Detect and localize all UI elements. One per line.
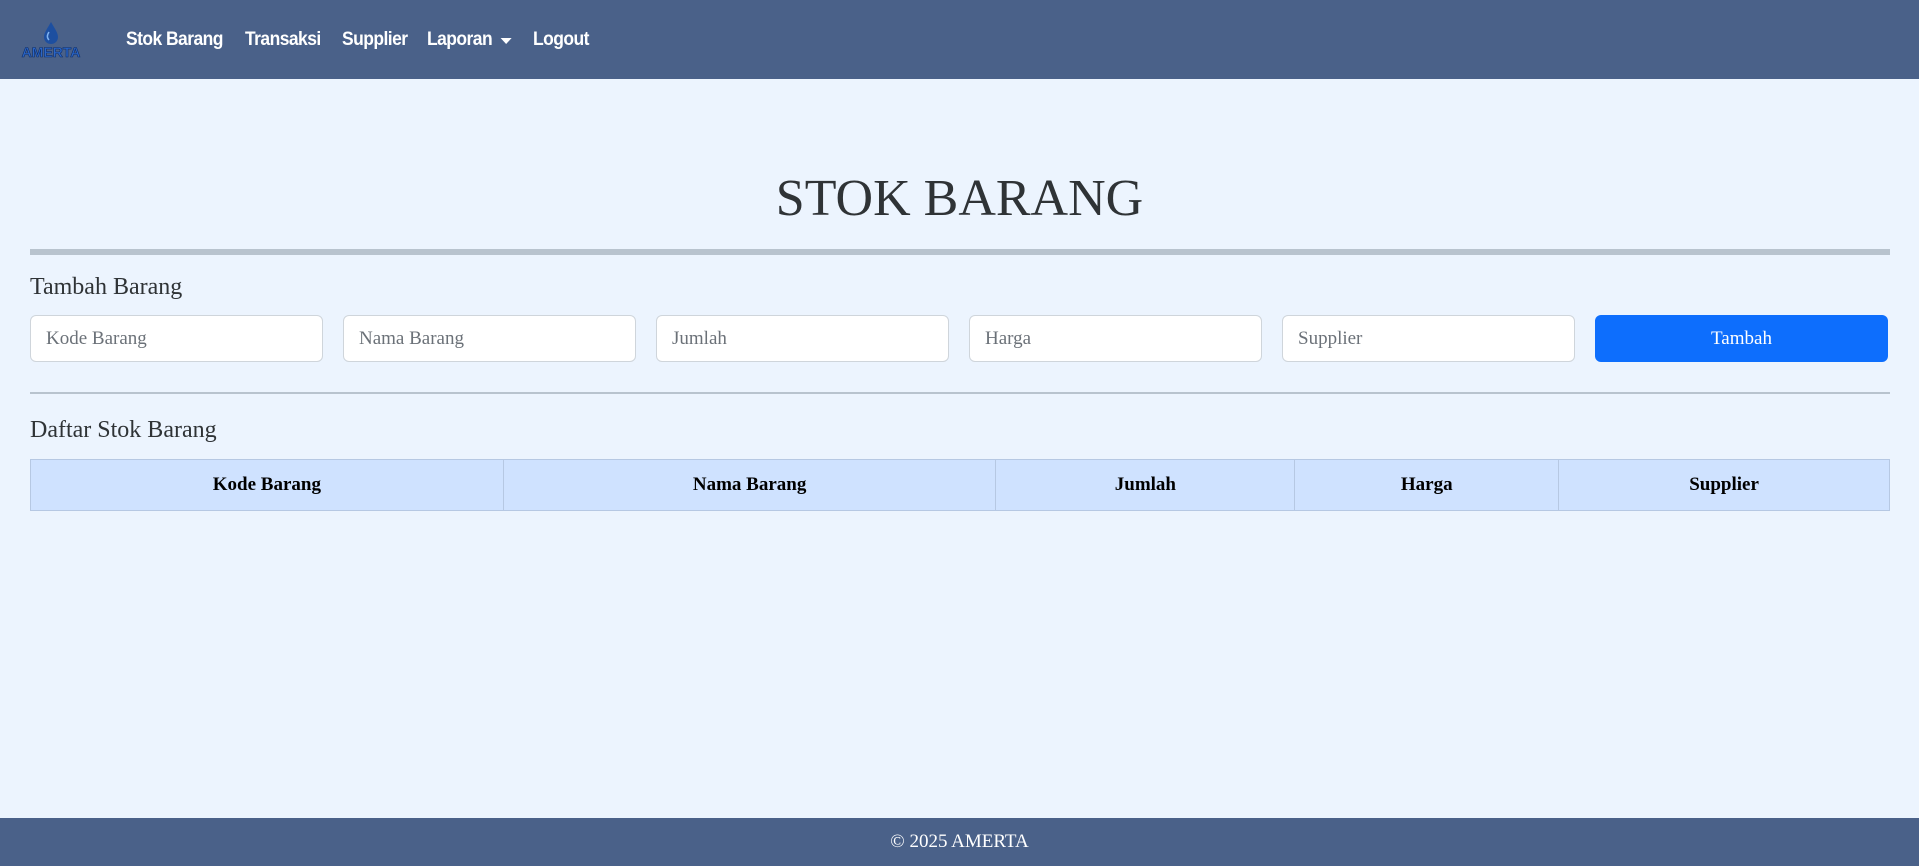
column-header-nama-barang: Nama Barang <box>502 459 997 511</box>
column-header-supplier: Supplier <box>1558 459 1890 511</box>
footer: © 2025 AMERTA <box>0 818 1919 866</box>
caret-down-icon <box>500 37 512 44</box>
section-divider <box>30 392 1890 394</box>
water-drop-logo-icon: AMERTA <box>21 21 81 60</box>
jumlah-input[interactable] <box>656 315 949 362</box>
nav-laporan-dropdown[interactable]: Laporan <box>426 28 512 51</box>
nav-laporan-label: Laporan <box>426 28 493 50</box>
column-header-harga: Harga <box>1294 459 1560 511</box>
nav-logout[interactable]: Logout <box>533 29 589 51</box>
harga-input[interactable] <box>969 315 1262 362</box>
nav-transaksi[interactable]: Transaksi <box>245 29 321 51</box>
supplier-input[interactable] <box>1282 315 1575 362</box>
logo-text: AMERTA <box>22 44 81 60</box>
tambah-button[interactable]: Tambah <box>1595 315 1888 362</box>
nav-stok-barang[interactable]: Stok Barang <box>126 29 223 51</box>
stock-list-heading: Daftar Stok Barang <box>30 417 217 443</box>
copyright-text: © 2025 AMERTA <box>890 831 1029 852</box>
column-header-kode-barang: Kode Barang <box>30 459 504 511</box>
title-divider <box>30 249 1890 255</box>
amerta-logo[interactable]: AMERTA <box>14 20 88 60</box>
kode-barang-input[interactable] <box>30 315 323 362</box>
add-item-heading: Tambah Barang <box>30 274 183 300</box>
table-header-row: Kode Barang Nama Barang Jumlah Harga Sup… <box>30 459 1890 511</box>
add-item-form: Tambah <box>30 315 1890 362</box>
nav-supplier[interactable]: Supplier <box>342 29 408 51</box>
nav-links: Stok Barang Transaksi Supplier Laporan L… <box>126 0 607 79</box>
navbar: AMERTA Stok Barang Transaksi Supplier La… <box>0 0 1919 79</box>
column-header-jumlah: Jumlah <box>995 459 1296 511</box>
nama-barang-input[interactable] <box>343 315 636 362</box>
stock-table: Kode Barang Nama Barang Jumlah Harga Sup… <box>30 459 1890 511</box>
page-title: STOK BARANG <box>775 170 1144 227</box>
